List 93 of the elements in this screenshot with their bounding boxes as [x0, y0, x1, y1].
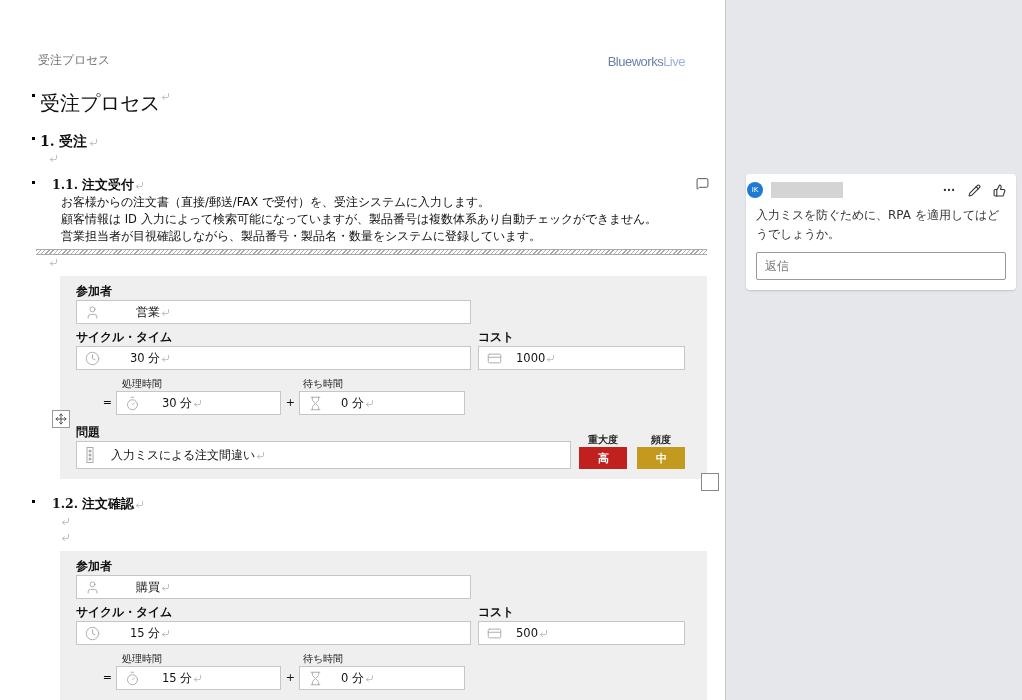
pencil-icon[interactable]	[968, 183, 981, 197]
clock-icon	[85, 350, 100, 366]
subsection-heading: 1.1. 注文受付	[52, 176, 135, 194]
paragraph-mark-icon	[161, 307, 170, 317]
issue-label: 問題	[76, 424, 101, 442]
processing-time-field[interactable]: 15 分	[116, 666, 281, 690]
paragraph-mark-icon	[161, 353, 171, 363]
stopwatch-icon	[125, 395, 140, 411]
processing-time-value: 30 分	[162, 395, 193, 411]
cycle-time-value: 30 分	[130, 350, 161, 366]
logo: BlueworksLive	[607, 54, 685, 69]
comment-icon[interactable]	[696, 176, 709, 190]
wait-time-field[interactable]: 0 分	[299, 666, 465, 690]
cycle-time-field[interactable]: 30 分	[76, 346, 471, 371]
person-icon	[85, 579, 100, 595]
cost-field[interactable]: 1000	[478, 346, 685, 371]
document-heading: 受注プロセス	[40, 90, 160, 117]
hourglass-icon	[308, 670, 323, 686]
paragraph-mark-icon	[161, 628, 171, 638]
paragraph-mark-icon	[61, 532, 70, 542]
paragraph-mark-icon	[538, 628, 548, 638]
paragraph-mark-icon	[365, 673, 374, 683]
wait-time-value: 0 分	[341, 670, 364, 686]
traffic-light-icon	[85, 447, 95, 464]
cycle-time-label: サイクル・タイム	[76, 604, 173, 621]
bullet-icon	[32, 500, 35, 504]
paragraph-mark-icon	[365, 398, 374, 408]
plus-sign: +	[285, 671, 295, 686]
reply-field[interactable]: 返信	[756, 252, 1006, 280]
cost-label: コスト	[478, 604, 515, 621]
bullet-icon	[32, 94, 35, 97]
wait-time-label: 待ち時間	[303, 377, 344, 392]
paragraph-mark-icon	[193, 673, 203, 683]
participant-value: 購買	[136, 579, 160, 595]
rating-badge: 中	[637, 447, 685, 470]
cycle-time-value: 15 分	[130, 625, 161, 641]
participant-value: 営業	[136, 304, 160, 320]
description-text: お客様からの注文書（直接/郵送/FAX で受付）を、受注システムに入力します。	[60, 193, 491, 211]
section-heading: 1. 受注	[40, 133, 88, 151]
paragraph-mark-icon	[161, 582, 170, 592]
empty-square-icon	[701, 473, 719, 492]
cycle-time-field[interactable]: 15 分	[76, 621, 471, 645]
bullet-icon	[32, 137, 35, 140]
cycle-time-label: サイクル・タイム	[76, 329, 173, 347]
paragraph-mark-icon	[161, 92, 170, 101]
paragraph-mark-icon	[61, 516, 70, 526]
participant-label: 参加者	[76, 558, 113, 575]
paragraph-mark-icon	[88, 137, 98, 147]
clock-icon	[85, 625, 100, 641]
issue-value: 入力ミスによる注文間違い	[111, 447, 255, 463]
paragraph-mark-icon	[135, 180, 145, 190]
thumbs-up-icon[interactable]	[993, 183, 1006, 197]
paragraph-mark-icon	[135, 500, 145, 510]
rating-badge: 高	[579, 447, 627, 470]
equals-sign: =	[101, 396, 112, 412]
plus-sign: +	[285, 396, 295, 412]
card-icon	[487, 350, 502, 366]
participant-field[interactable]: 購買	[76, 575, 471, 599]
description-text: 顧客情報は ID 入力によって検索可能になっていますが、製品番号は複数体系あり自動チェックができません。	[60, 210, 658, 228]
participant-label: 参加者	[76, 283, 113, 301]
hourglass-icon	[308, 395, 323, 411]
paragraph-mark-icon	[193, 398, 203, 408]
rating-label: 頻度	[651, 433, 671, 448]
stopwatch-icon	[125, 670, 140, 686]
redacted-name-bar	[771, 182, 843, 198]
header-title: 受注プロセス	[38, 52, 110, 69]
bullet-icon	[32, 180, 35, 184]
paragraph-mark-icon	[546, 353, 556, 363]
wait-time-field[interactable]: 0 分	[299, 391, 465, 416]
comment-text: 入力ミスを防ぐために、RPA を適用してはどうでしょうか。	[756, 207, 1000, 243]
wait-time-label: 待ち時間	[303, 652, 344, 666]
cost-label: コスト	[478, 329, 515, 347]
cost-field[interactable]: 500	[478, 621, 685, 645]
move-icon	[55, 413, 67, 426]
move-handle[interactable]	[52, 410, 70, 429]
processing-time-label: 処理時間	[122, 652, 163, 666]
card-icon	[487, 625, 502, 641]
subsection-heading: 1.2. 注文確認	[52, 496, 135, 514]
processing-time-field[interactable]: 30 分	[116, 391, 281, 416]
paragraph-mark-icon	[49, 154, 58, 164]
participant-field[interactable]: 営業	[76, 300, 471, 325]
issue-field[interactable]: 入力ミスによる注文間違い	[76, 441, 571, 470]
processing-time-label: 処理時間	[122, 377, 163, 392]
person-icon	[85, 304, 100, 320]
paragraph-mark-icon	[256, 450, 265, 460]
wait-time-value: 0 分	[341, 395, 364, 411]
equals-sign: =	[101, 671, 112, 686]
rating-label: 重大度	[588, 433, 618, 448]
description-text: 営業担当者が目視確認しながら、製品番号・製品名・数量をシステムに登録しています。	[60, 227, 542, 245]
processing-time-value: 15 分	[162, 670, 193, 686]
cost-value: 1000	[516, 351, 546, 366]
cost-value: 500	[516, 626, 538, 640]
paragraph-mark-icon	[49, 257, 58, 267]
